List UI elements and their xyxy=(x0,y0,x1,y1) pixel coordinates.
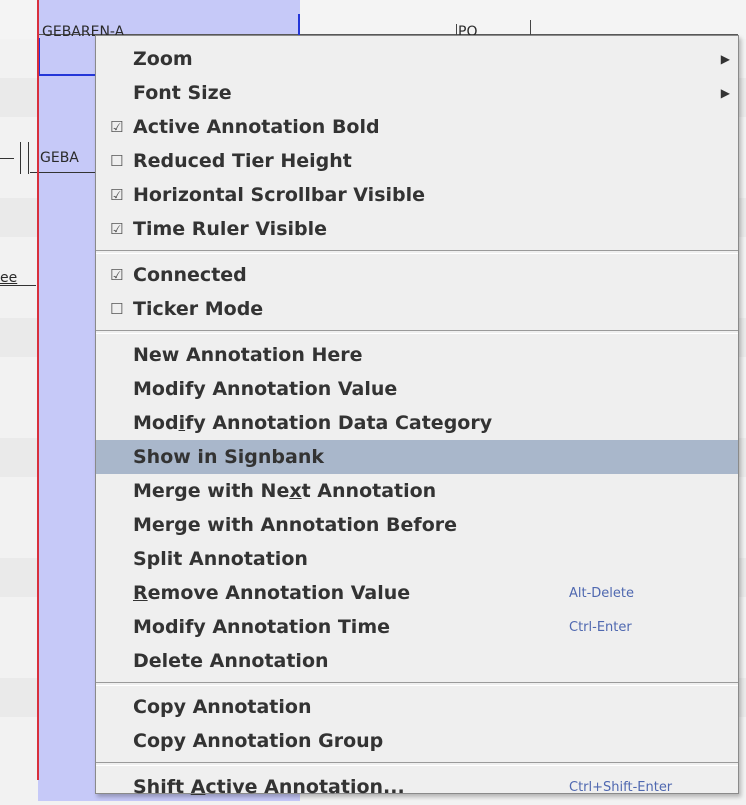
tier-tick xyxy=(0,158,14,159)
menu-item-label: Connected xyxy=(133,264,247,286)
menu-item-reduced-tier-height[interactable]: ☐ Reduced Tier Height xyxy=(96,144,738,178)
menu-item-delete-annotation[interactable]: Delete Annotation xyxy=(96,644,738,678)
menu-item-merge-with-next-annotation[interactable]: Merge with Next Annotation xyxy=(96,474,738,508)
menu-item-label: Delete Annotation xyxy=(133,650,329,672)
mnemonic: x xyxy=(289,480,302,502)
crosshair-line xyxy=(37,0,39,780)
tier-tick xyxy=(28,142,29,174)
checkbox-checked-icon[interactable]: ☑ xyxy=(110,110,128,144)
menu-separator xyxy=(96,250,738,254)
tier-tick xyxy=(20,142,21,174)
menu-separator xyxy=(96,682,738,686)
accelerator-text: Ctrl-Enter xyxy=(569,620,632,635)
mnemonic: A xyxy=(190,776,206,798)
annotation-text[interactable]: GEBA xyxy=(40,150,79,166)
menu-item-show-in-signbank[interactable]: Show in Signbank xyxy=(96,440,738,474)
annotation-text[interactable]: ee xyxy=(0,270,17,286)
menu-item-label: Modify Annotation Value xyxy=(133,378,398,400)
menu-item-copy-annotation[interactable]: Copy Annotation xyxy=(96,690,738,724)
menu-item-horizontal-scrollbar-visible[interactable]: ☑ Horizontal Scrollbar Visible xyxy=(96,178,738,212)
tier-tick xyxy=(0,285,36,286)
menu-item-connected[interactable]: ☑ Connected xyxy=(96,258,738,292)
checkbox-checked-icon[interactable]: ☑ xyxy=(110,258,128,292)
menu-item-label: Ticker Mode xyxy=(133,298,264,320)
menu-item-zoom[interactable]: Zoom ▶ xyxy=(96,42,738,76)
menu-item-label: Modify Annotation Data Category xyxy=(133,412,493,434)
menu-item-label: Split Annotation xyxy=(133,548,308,570)
menu-item-label: Merge with Annotation Before xyxy=(133,514,458,536)
menu-item-new-annotation-here[interactable]: New Annotation Here xyxy=(96,338,738,372)
menu-item-active-annotation-bold[interactable]: ☑ Active Annotation Bold xyxy=(96,110,738,144)
accelerator-text: Ctrl+Shift-Enter xyxy=(569,780,673,795)
menu-item-label: Font Size xyxy=(133,82,232,104)
checkbox-unchecked-icon[interactable]: ☐ xyxy=(110,292,128,326)
menu-item-label: Active Annotation Bold xyxy=(133,116,380,138)
menu-item-label: Shift Active Annotation... xyxy=(133,776,405,798)
menu-item-copy-annotation-group[interactable]: Copy Annotation Group xyxy=(96,724,738,758)
menu-item-label: Horizontal Scrollbar Visible xyxy=(133,184,426,206)
tier-tick xyxy=(30,172,95,173)
checkbox-checked-icon[interactable]: ☑ xyxy=(110,212,128,246)
menu-separator xyxy=(96,330,738,334)
menu-item-label: Merge with Next Annotation xyxy=(133,480,437,502)
menu-item-time-ruler-visible[interactable]: ☑ Time Ruler Visible xyxy=(96,212,738,246)
menu-item-modify-annotation-value[interactable]: Modify Annotation Value xyxy=(96,372,738,406)
menu-item-label: New Annotation Here xyxy=(133,344,363,366)
accelerator-text: Alt-Delete xyxy=(569,586,635,601)
menu-item-merge-with-annotation-before[interactable]: Merge with Annotation Before xyxy=(96,508,738,542)
menu-item-label: Zoom xyxy=(133,48,193,70)
checkbox-checked-icon[interactable]: ☑ xyxy=(110,178,128,212)
menu-item-label: Show in Signbank xyxy=(133,446,324,468)
menu-item-font-size[interactable]: Font Size ▶ xyxy=(96,76,738,110)
menu-item-modify-annotation-time[interactable]: Modify Annotation Time Ctrl-Enter xyxy=(96,610,738,644)
menu-item-label: Time Ruler Visible xyxy=(133,218,328,240)
menu-item-label: Copy Annotation Group xyxy=(133,730,384,752)
menu-item-label: Copy Annotation xyxy=(133,696,312,718)
menu-item-label: Remove Annotation Value xyxy=(133,582,411,604)
context-menu: Zoom ▶ Font Size ▶ ☑ Active Annotation B… xyxy=(95,35,739,798)
submenu-arrow-icon: ▶ xyxy=(720,86,730,100)
menu-item-split-annotation[interactable]: Split Annotation xyxy=(96,542,738,576)
checkbox-unchecked-icon[interactable]: ☐ xyxy=(110,144,128,178)
annotation-boundary xyxy=(530,20,531,36)
menu-item-remove-annotation-value[interactable]: Remove Annotation Value Alt-Delete xyxy=(96,576,738,610)
menu-item-ticker-mode[interactable]: ☐ Ticker Mode xyxy=(96,292,738,326)
submenu-arrow-icon: ▶ xyxy=(720,52,730,66)
menu-separator xyxy=(96,762,738,766)
menu-item-label: Modify Annotation Time xyxy=(133,616,391,638)
menu-item-modify-annotation-data-category[interactable]: Modify Annotation Data Category xyxy=(96,406,738,440)
menu-item-label: Reduced Tier Height xyxy=(133,150,352,172)
mnemonic: R xyxy=(133,582,148,604)
menu-item-shift-active-annotation[interactable]: Shift Active Annotation... Ctrl+Shift-En… xyxy=(96,770,738,804)
